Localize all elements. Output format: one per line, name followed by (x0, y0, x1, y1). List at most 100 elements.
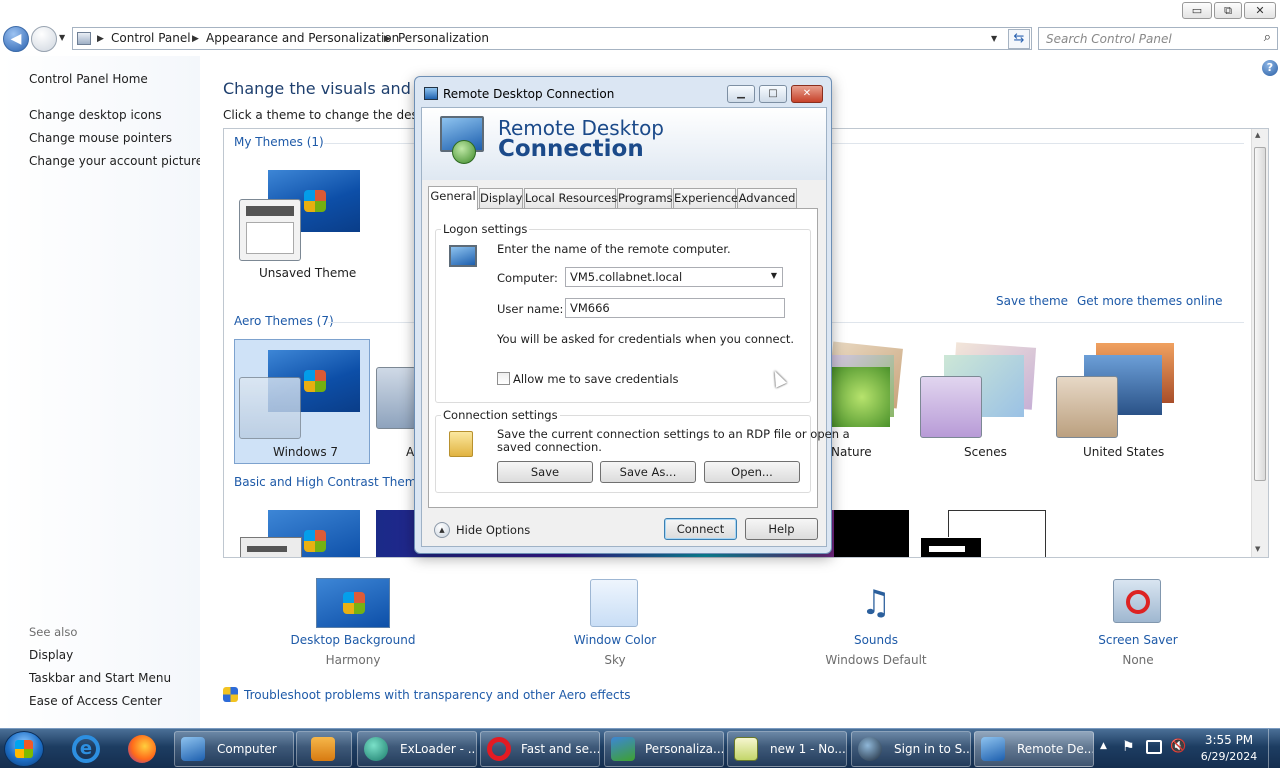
taskbar-item-steam[interactable]: Sign in to S... (851, 731, 971, 767)
breadcrumb-personalization[interactable]: Personalization (398, 31, 489, 45)
computer-icon (181, 737, 205, 761)
search-input[interactable]: Search Control Panel ⌕ (1038, 27, 1278, 50)
theme-architecture-partial[interactable] (376, 367, 416, 429)
tab-local-resources[interactable]: Local Resources (524, 188, 617, 208)
sidebar-change-mouse-pointers[interactable]: Change mouse pointers (29, 131, 172, 145)
theme-scenes[interactable] (918, 342, 1038, 440)
firefox-icon (128, 735, 156, 763)
see-also-taskbar[interactable]: Taskbar and Start Menu (29, 671, 171, 685)
tab-display[interactable]: Display (479, 188, 523, 208)
breadcrumb-control-panel[interactable]: Control Panel (111, 31, 191, 45)
taskbar: e Computer ExLoader - ... Fast and se...… (0, 728, 1280, 768)
rdp-close-button[interactable]: ✕ (791, 85, 823, 103)
taskbar-item-opera[interactable]: Fast and se... (480, 731, 600, 767)
save-button[interactable]: Save (497, 461, 593, 483)
desktop-background-title[interactable]: Desktop Background (285, 633, 421, 647)
exloader-icon (364, 737, 388, 761)
open-button[interactable]: Open... (704, 461, 800, 483)
get-more-themes-link[interactable]: Get more themes online (1077, 294, 1223, 308)
sounds-title[interactable]: Sounds (818, 633, 934, 647)
username-field[interactable]: VM666 (565, 298, 785, 318)
rdp-minimize-button[interactable]: ▁ (727, 85, 755, 103)
taskbar-item-personalization[interactable]: Personaliza... (604, 731, 724, 767)
connection-desc-line1: Save the current connection settings to … (497, 427, 850, 441)
window-color-value: Sky (604, 653, 626, 667)
sidebar-change-account-picture[interactable]: Change your account picture (29, 154, 203, 168)
restore-button[interactable]: ⧉ (1214, 2, 1242, 19)
clock-date[interactable]: 6/29/2024 (1198, 750, 1260, 763)
search-icon[interactable]: ⌕ (1264, 30, 1271, 45)
credentials-note: You will be asked for credentials when y… (497, 332, 795, 346)
save-theme-link[interactable]: Save theme (996, 294, 1068, 308)
allow-save-credentials-checkbox[interactable] (497, 372, 510, 385)
rdp-restore-button[interactable]: □ (759, 85, 787, 103)
taskbar-label: Remote De... (1017, 742, 1094, 756)
computer-combobox[interactable]: VM5.collabnet.local ▼ (565, 267, 783, 287)
taskbar-item-media[interactable] (296, 731, 352, 767)
allow-save-credentials-label[interactable]: Allow me to save credentials (513, 372, 679, 386)
chevron-down-icon[interactable]: ▼ (771, 271, 777, 280)
taskbar-label: ExLoader - ... (400, 742, 477, 756)
tab-general[interactable]: General (428, 186, 478, 210)
hide-options-link[interactable]: Hide Options (456, 523, 530, 537)
tab-advanced[interactable]: Advanced (737, 188, 797, 208)
window-preview (1056, 376, 1118, 438)
computer-value: VM5.collabnet.local (570, 270, 683, 284)
sidebar-change-desktop-icons[interactable]: Change desktop icons (29, 108, 162, 122)
taskbar-item-remote-desktop[interactable]: Remote De... (974, 731, 1094, 767)
rdp-title-icon (424, 87, 438, 100)
firefox-pinned-button[interactable] (120, 731, 166, 767)
scroll-down-icon[interactable]: ▼ (1255, 545, 1260, 553)
scroll-up-icon[interactable]: ▲ (1255, 131, 1260, 139)
minimize-button[interactable]: ▭ (1182, 2, 1212, 19)
show-desktop-button[interactable] (1268, 729, 1280, 768)
taskbar-item-computer[interactable]: Computer (174, 731, 294, 767)
tab-experience[interactable]: Experience (673, 188, 738, 208)
scroll-thumb[interactable] (1254, 147, 1266, 481)
screen-saver-title[interactable]: Screen Saver (1096, 633, 1180, 647)
rdp-dialog: Remote Desktop Connection ▁ □ ✕ Remote D… (414, 76, 850, 554)
sounds-value: Windows Default (825, 653, 927, 667)
theme-list-scrollbar[interactable]: ▲ ▼ (1251, 129, 1268, 557)
network-icon[interactable] (1146, 740, 1162, 754)
sidebar-control-panel-home[interactable]: Control Panel Home (29, 72, 148, 86)
window-preview (920, 376, 982, 438)
recent-pages-icon[interactable]: ▼ (59, 33, 65, 42)
address-box[interactable]: ▶ Control Panel ▶ Appearance and Persona… (72, 27, 1032, 50)
start-button[interactable] (4, 731, 44, 767)
preview-body (246, 222, 294, 254)
sidebar: Control Panel Home Change desktop icons … (0, 56, 203, 728)
theme-united-states[interactable] (1054, 343, 1179, 439)
theme-nature[interactable] (820, 341, 903, 433)
connect-button[interactable]: Connect (664, 518, 737, 540)
refresh-icon[interactable]: ⇆ (1008, 29, 1030, 49)
search-placeholder: Search Control Panel (1046, 32, 1172, 46)
window-color-title[interactable]: Window Color (556, 633, 674, 647)
help-button[interactable]: Help (745, 518, 818, 540)
ie-pinned-button[interactable]: e (62, 731, 108, 767)
see-also-display[interactable]: Display (29, 648, 73, 662)
tab-programs[interactable]: Programs (617, 188, 673, 208)
action-center-flag-icon[interactable]: ⚑ (1122, 739, 1135, 755)
save-as-button[interactable]: Save As... (600, 461, 696, 483)
clock-time[interactable]: 3:55 PM (1198, 733, 1260, 747)
connection-desc-line2: saved connection. (497, 440, 602, 454)
enter-name-text: Enter the name of the remote computer. (497, 242, 731, 256)
close-button[interactable]: ✕ (1244, 2, 1276, 19)
group-aero-themes: Aero Themes (7) (234, 314, 334, 328)
theme-high-contrast-black[interactable] (834, 510, 909, 557)
taskbar-item-notepad[interactable]: new 1 - No... (727, 731, 847, 767)
address-dropdown-icon[interactable]: ▼ (991, 34, 997, 43)
forward-button[interactable] (31, 26, 57, 52)
back-button[interactable]: ◀ (3, 26, 29, 52)
page-subtitle: Click a theme to change the desktop (223, 108, 445, 122)
troubleshoot-link[interactable]: Troubleshoot problems with transparency … (244, 688, 631, 702)
volume-muted-icon[interactable]: 🔇 (1170, 739, 1186, 754)
breadcrumb-appearance[interactable]: Appearance and Personalization (206, 31, 399, 45)
show-hidden-icons[interactable]: ▲ (1100, 741, 1107, 751)
see-also-ease-of-access[interactable]: Ease of Access Center (29, 694, 162, 708)
logon-settings-label: Logon settings (441, 222, 530, 236)
help-icon[interactable]: ? (1262, 60, 1278, 76)
taskbar-item-exloader[interactable]: ExLoader - ... (357, 731, 477, 767)
hide-options-icon[interactable]: ▲ (434, 522, 450, 538)
